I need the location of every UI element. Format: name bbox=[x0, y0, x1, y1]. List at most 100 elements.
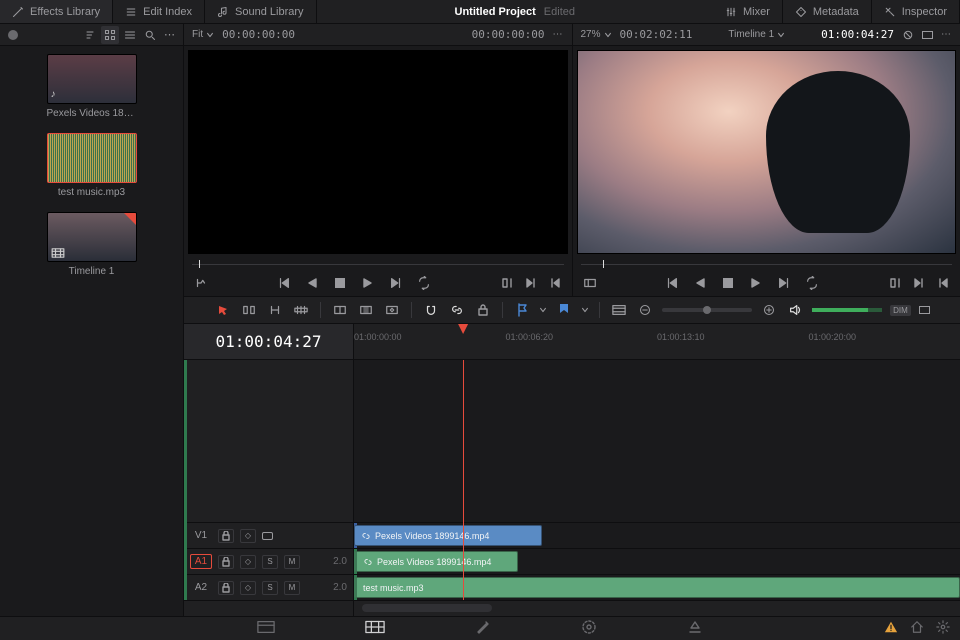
timeline-scrollbar[interactable] bbox=[184, 600, 960, 616]
solo-button[interactable]: S bbox=[262, 581, 278, 595]
source-canvas[interactable] bbox=[188, 50, 568, 254]
chevron-down-icon[interactable] bbox=[581, 306, 589, 314]
track-view-icon[interactable] bbox=[262, 532, 273, 540]
stop-icon[interactable] bbox=[331, 274, 349, 292]
track-head-v1[interactable]: V1 ◇ bbox=[184, 522, 353, 548]
page-edit-icon[interactable] bbox=[475, 619, 491, 638]
clip-v1[interactable]: Pexels Videos 1899146.mp4 bbox=[354, 525, 542, 546]
insert-clip-icon[interactable] bbox=[331, 301, 349, 319]
timeline-timecode[interactable]: 01:00:04:27 bbox=[184, 324, 354, 359]
tab-mixer[interactable]: Mixer bbox=[713, 0, 783, 23]
tab-effects-library[interactable]: Effects Library bbox=[0, 0, 113, 23]
chevron-down-icon[interactable] bbox=[539, 306, 547, 314]
first-frame-icon[interactable] bbox=[275, 274, 293, 292]
prev-edit-icon[interactable] bbox=[934, 274, 952, 292]
zoom-dropdown[interactable]: 27% bbox=[581, 29, 612, 40]
play-reverse-icon[interactable] bbox=[691, 274, 709, 292]
mark-in-icon[interactable] bbox=[886, 274, 904, 292]
bypass-icon[interactable] bbox=[902, 29, 914, 41]
lock-icon[interactable] bbox=[218, 529, 234, 543]
gear-icon[interactable] bbox=[936, 620, 950, 637]
clip-a1[interactable]: Pexels Videos 1899146.mp4 bbox=[354, 551, 518, 572]
timeline-dropdown[interactable]: Timeline 1 bbox=[728, 29, 785, 40]
track-row-v1[interactable]: Pexels Videos 1899146.mp4 bbox=[354, 522, 960, 548]
single-viewer-icon[interactable] bbox=[922, 31, 933, 39]
more-icon[interactable]: ⋯ bbox=[553, 29, 564, 40]
media-clip-timeline[interactable]: Timeline 1 bbox=[47, 212, 137, 277]
timeline-options-icon[interactable] bbox=[610, 301, 628, 319]
timeline-ruler[interactable]: 01:00:00:00 01:00:06:20 01:00:13:10 01:0… bbox=[354, 324, 960, 359]
flag-icon[interactable] bbox=[513, 301, 531, 319]
play-icon[interactable] bbox=[359, 274, 377, 292]
more-icon[interactable]: ⋯ bbox=[941, 29, 952, 40]
match-frame-icon[interactable] bbox=[192, 274, 210, 292]
lock-icon[interactable] bbox=[218, 581, 234, 595]
fit-dropdown[interactable]: Fit bbox=[192, 29, 214, 40]
tab-metadata[interactable]: Metadata bbox=[783, 0, 872, 23]
solo-button[interactable]: S bbox=[262, 555, 278, 569]
auto-select-icon[interactable]: ◇ bbox=[240, 555, 256, 569]
search-icon[interactable] bbox=[141, 26, 159, 44]
monitor-volume-slider[interactable] bbox=[812, 308, 882, 312]
tab-sound-library[interactable]: Sound Library bbox=[205, 0, 317, 23]
stop-icon[interactable] bbox=[719, 274, 737, 292]
mark-in-icon[interactable] bbox=[498, 274, 516, 292]
prev-edit-icon[interactable] bbox=[546, 274, 564, 292]
track-row-a1[interactable]: Pexels Videos 1899146.mp4 bbox=[354, 548, 960, 574]
next-edit-icon[interactable] bbox=[910, 274, 928, 292]
lock-icon[interactable] bbox=[474, 301, 492, 319]
mute-button[interactable]: M bbox=[284, 555, 300, 569]
playhead-line[interactable] bbox=[463, 360, 464, 600]
media-clip-audio[interactable]: test music.mp3 bbox=[47, 133, 137, 198]
media-clip-video[interactable]: ♪ Pexels Videos 18991… bbox=[47, 54, 137, 119]
blade-tool-icon[interactable] bbox=[292, 301, 310, 319]
tab-edit-index[interactable]: Edit Index bbox=[113, 0, 205, 23]
page-deliver-icon[interactable] bbox=[687, 619, 703, 638]
loop-icon[interactable] bbox=[415, 274, 433, 292]
page-cut-icon[interactable] bbox=[365, 620, 385, 637]
loop-icon[interactable] bbox=[803, 274, 821, 292]
snap-icon[interactable] bbox=[422, 301, 440, 319]
expand-icon[interactable] bbox=[919, 306, 930, 314]
dynamic-trim-icon[interactable] bbox=[266, 301, 284, 319]
auto-select-icon[interactable]: ◇ bbox=[240, 529, 256, 543]
timeline-zoom-slider[interactable] bbox=[662, 308, 752, 312]
replace-clip-icon[interactable] bbox=[383, 301, 401, 319]
clip-a2[interactable]: test music.mp3 bbox=[354, 577, 960, 598]
link-icon[interactable] bbox=[448, 301, 466, 319]
marker-icon[interactable] bbox=[555, 301, 573, 319]
auto-select-icon[interactable]: ◇ bbox=[240, 581, 256, 595]
program-scrub[interactable] bbox=[581, 258, 953, 270]
insert-icon[interactable] bbox=[581, 274, 599, 292]
mute-button[interactable]: M bbox=[284, 581, 300, 595]
tab-inspector[interactable]: Inspector bbox=[872, 0, 960, 23]
track-head-a2[interactable]: A2 ◇ S M 2.0 bbox=[184, 574, 353, 600]
play-icon[interactable] bbox=[747, 274, 765, 292]
sort-icon[interactable] bbox=[81, 26, 99, 44]
lock-icon[interactable] bbox=[218, 555, 234, 569]
home-icon[interactable] bbox=[910, 620, 924, 637]
play-reverse-icon[interactable] bbox=[303, 274, 321, 292]
grid-view-icon[interactable] bbox=[101, 26, 119, 44]
source-scrub[interactable] bbox=[192, 258, 564, 270]
last-frame-icon[interactable] bbox=[775, 274, 793, 292]
list-view-icon[interactable] bbox=[121, 26, 139, 44]
page-media-icon[interactable] bbox=[257, 620, 275, 637]
first-frame-icon[interactable] bbox=[663, 274, 681, 292]
trim-tool-icon[interactable] bbox=[240, 301, 258, 319]
program-canvas[interactable] bbox=[577, 50, 957, 254]
next-edit-icon[interactable] bbox=[522, 274, 540, 292]
overwrite-clip-icon[interactable] bbox=[357, 301, 375, 319]
dim-button[interactable]: DIM bbox=[890, 305, 911, 316]
more-icon[interactable]: ⋯ bbox=[161, 26, 179, 44]
track-head-a1[interactable]: A1 ◇ S M 2.0 bbox=[184, 548, 353, 574]
speaker-icon[interactable] bbox=[786, 301, 804, 319]
warning-icon[interactable] bbox=[884, 620, 898, 637]
timeline-tracks[interactable]: Pexels Videos 1899146.mp4 Pexels Videos … bbox=[354, 360, 960, 600]
page-fusion-icon[interactable] bbox=[581, 619, 597, 638]
zoom-out-icon[interactable] bbox=[636, 301, 654, 319]
zoom-in-icon[interactable] bbox=[760, 301, 778, 319]
track-row-a2[interactable]: test music.mp3 bbox=[354, 574, 960, 600]
last-frame-icon[interactable] bbox=[387, 274, 405, 292]
arrow-tool-icon[interactable] bbox=[214, 301, 232, 319]
